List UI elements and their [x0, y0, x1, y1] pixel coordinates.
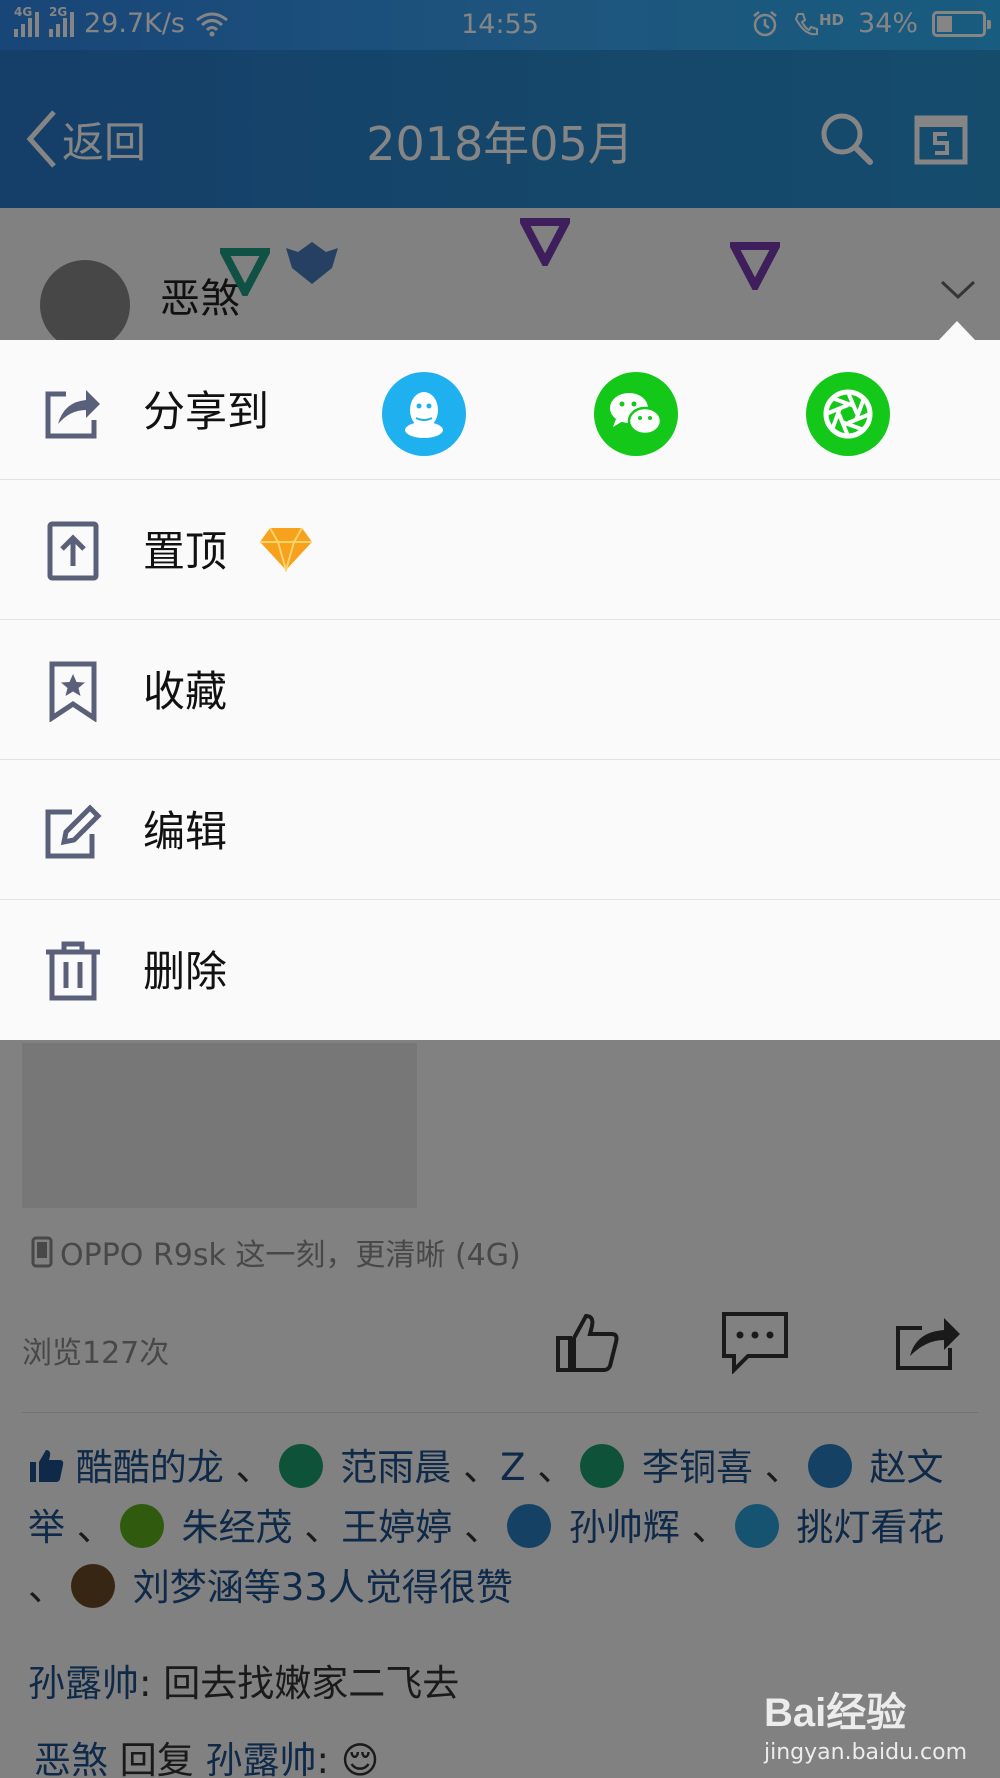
delete-label: 删除	[143, 947, 228, 996]
share-icon	[45, 390, 100, 439]
favorite-label: 收藏	[143, 667, 228, 716]
edit-pencil-icon	[45, 804, 102, 859]
share-label: 分享到	[143, 387, 270, 436]
watermark-brand: Bai经验	[764, 1691, 907, 1735]
menu-caret	[938, 321, 976, 341]
share-qq-button[interactable]	[382, 372, 466, 456]
menu-item-favorite[interactable]: 收藏	[0, 620, 1000, 760]
qq-penguin-icon	[405, 392, 443, 438]
trash-icon	[46, 941, 100, 1001]
pin-top-icon	[47, 521, 99, 581]
edit-label: 编辑	[143, 807, 228, 856]
pin-label: 置顶	[143, 527, 228, 576]
moments-aperture-icon	[823, 389, 873, 439]
post-action-menu: 分享到 置顶 收藏 编辑 删除	[0, 321, 1000, 1040]
baidu-watermark: Bai经验 jingyan.baidu.com	[764, 1680, 967, 1765]
wechat-icon	[610, 393, 663, 436]
bookmark-star-icon	[49, 661, 97, 722]
menu-item-share: 分享到	[0, 340, 1000, 480]
watermark-url: jingyan.baidu.com	[764, 1740, 968, 1765]
menu-item-delete[interactable]: 删除	[0, 900, 1000, 1040]
diamond-vip-icon	[260, 527, 312, 572]
share-moments-button[interactable]	[806, 372, 890, 456]
menu-item-edit[interactable]: 编辑	[0, 760, 1000, 900]
menu-item-pin[interactable]: 置顶	[0, 480, 1000, 620]
share-wechat-button[interactable]	[594, 372, 678, 456]
